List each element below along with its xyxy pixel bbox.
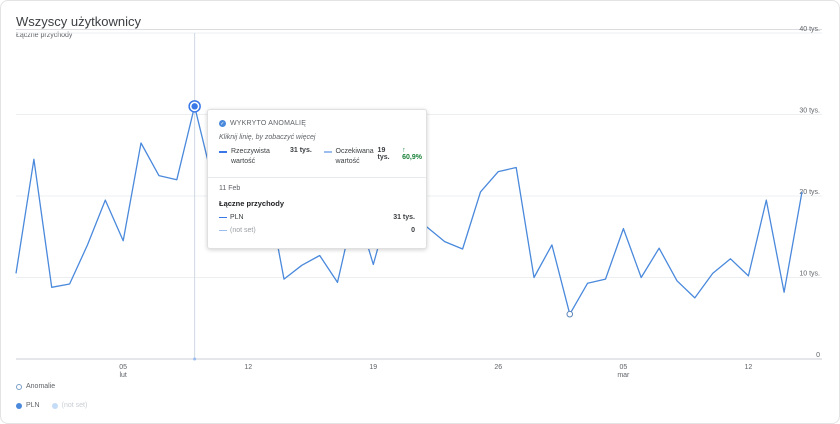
series-pln-label[interactable]: PLN xyxy=(26,402,40,409)
tooltip-row-name: PLN xyxy=(230,214,244,221)
tooltip-hint[interactable]: Kliknij linię, by zobaczyć więcej xyxy=(219,134,315,141)
legend-anomaly[interactable]: Anomalie xyxy=(16,383,55,390)
tooltip-date: 11 Feb xyxy=(219,185,241,192)
tooltip-row-value: 31 tys. xyxy=(393,214,415,221)
tooltip-header-text: WYKRYTO ANOMALIĘ xyxy=(230,120,307,127)
x-tick-label: 05 xyxy=(119,364,127,371)
actual-line-icon xyxy=(219,151,227,153)
actual-label: Rzeczywista wartość xyxy=(231,148,270,165)
tooltip-actual: Rzeczywista wartość 31 tys. xyxy=(219,147,312,167)
y-tick-label: 10 tys. xyxy=(799,271,820,278)
y-tick-label: 40 tys. xyxy=(799,26,820,33)
anomaly-tooltip[interactable]: ✓ WYKRYTO ANOMALIĘ Kliknij linię, by zob… xyxy=(207,109,427,249)
tooltip-header: ✓ WYKRYTO ANOMALIĘ xyxy=(219,120,306,127)
tooltip-metric: Łączne przychody xyxy=(219,199,285,208)
pln-line-icon xyxy=(219,216,227,219)
series-pln-dot-icon[interactable] xyxy=(16,402,22,409)
anomaly-marker xyxy=(566,310,574,318)
x-tick-label: 19 xyxy=(369,364,377,371)
x-tick-label: 05 xyxy=(619,364,627,371)
anomaly-check-icon: ✓ xyxy=(219,120,226,127)
crosshair-marker xyxy=(193,357,197,361)
series-notset-label[interactable]: (not set) xyxy=(62,402,88,409)
x-tick-label: 12 xyxy=(745,364,753,371)
tooltip-divider xyxy=(208,177,426,178)
legend-series: PLN (not set) xyxy=(16,402,87,409)
tooltip-expected: Oczekiwana wartość 19 tys. ↑ 60,9% xyxy=(324,147,426,167)
tooltip-row-pln: PLN 31 tys. xyxy=(219,214,415,221)
y-tick-label: 30 tys. xyxy=(799,108,820,115)
x-tick-sublabel: lut xyxy=(119,372,126,379)
anomaly-legend-icon xyxy=(16,383,22,390)
tooltip-row-name: (not set) xyxy=(230,227,256,234)
notset-line-icon xyxy=(219,229,227,232)
anomaly-marker-core xyxy=(191,103,198,110)
expected-label: Oczekiwana wartość xyxy=(335,148,374,165)
anomaly-legend-label: Anomalie xyxy=(26,383,56,390)
expected-line-icon xyxy=(324,151,332,153)
x-tick-label: 12 xyxy=(244,364,252,371)
expected-change: ↑ 60,9% xyxy=(402,147,422,161)
series-notset-dot-icon[interactable] xyxy=(51,402,58,409)
tooltip-row-notset: (not set) 0 xyxy=(219,227,415,234)
x-tick-sublabel: mar xyxy=(617,372,630,379)
expected-value: 19 tys. xyxy=(377,147,390,161)
y-tick-label: 0 xyxy=(816,352,820,359)
actual-value: 31 tys. xyxy=(290,147,312,154)
x-tick-label: 26 xyxy=(494,364,502,371)
tooltip-row-value: 0 xyxy=(411,227,415,234)
